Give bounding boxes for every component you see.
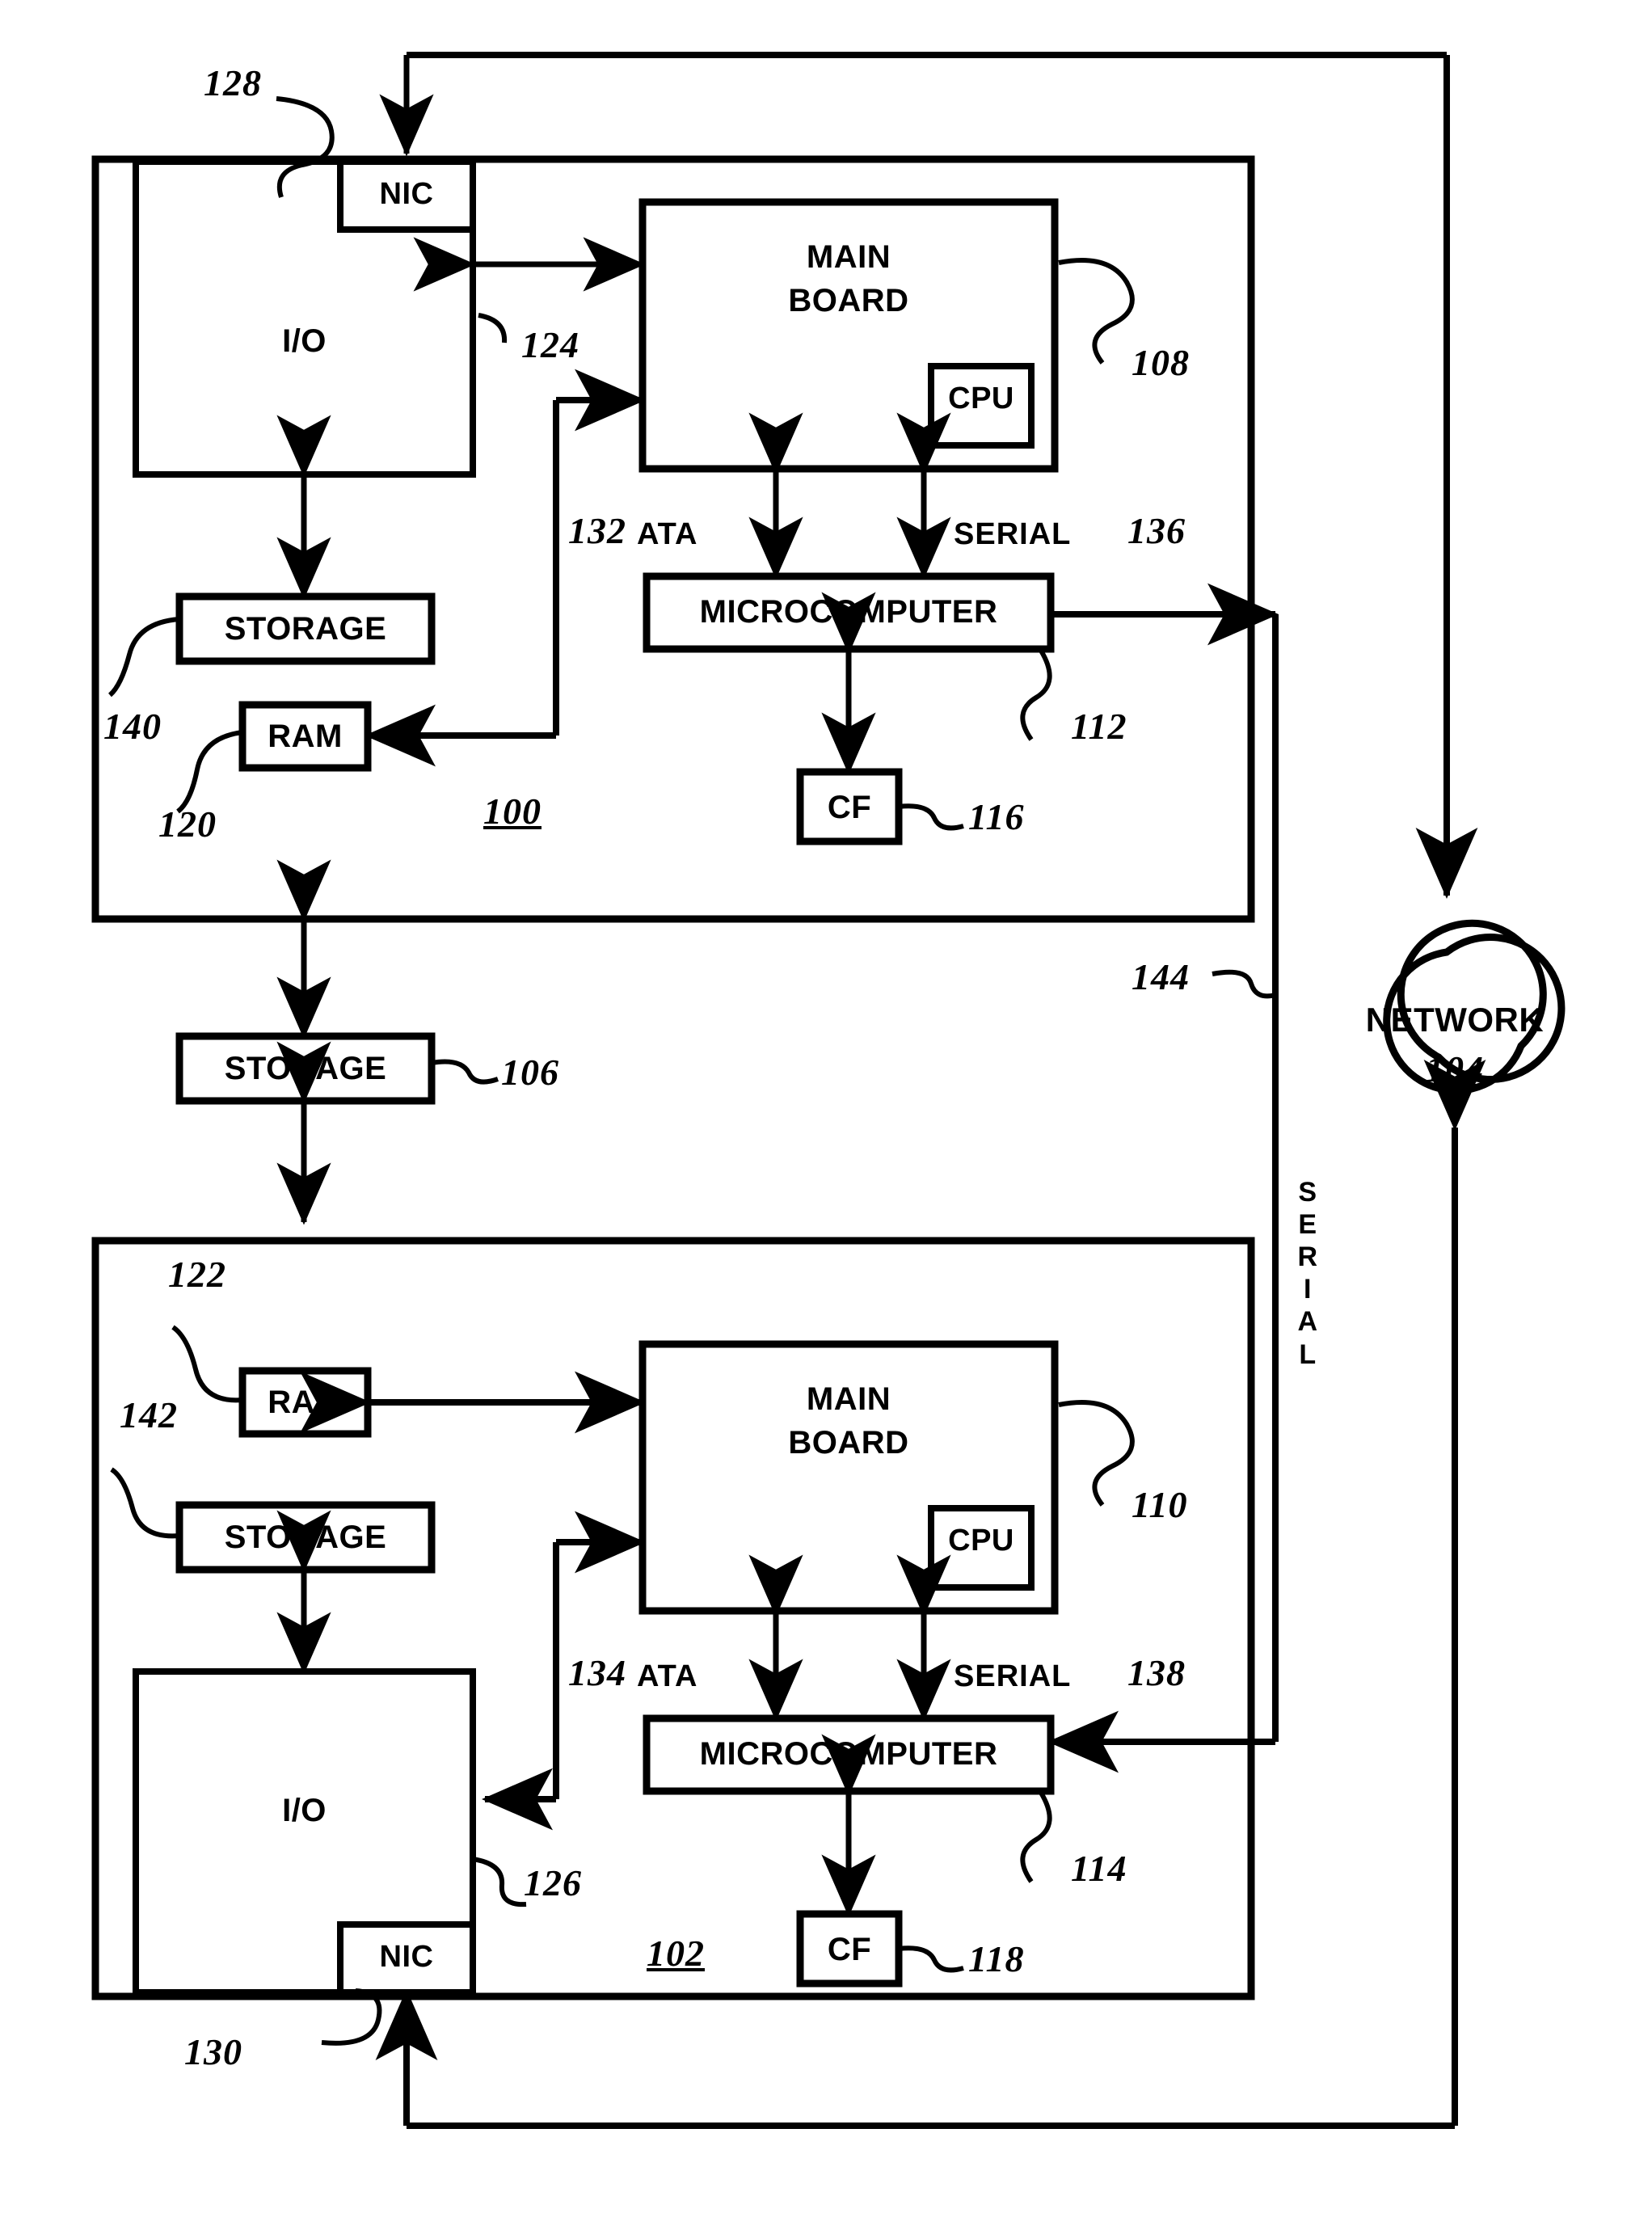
ref-100: 100 [483, 790, 542, 832]
mainboard-label-bottom-line2: BOARD [788, 1425, 909, 1461]
ata-label-top: ATA [637, 517, 698, 551]
ref-124: 124 [521, 324, 579, 365]
ref-102: 102 [647, 1933, 705, 1974]
ref-122: 122 [168, 1254, 226, 1295]
patent-figure-sheet: I/O NIC 128 MAIN BOARD CPU 108 124 132 A… [0, 0, 1652, 2230]
ref-144: 144 [1132, 956, 1190, 997]
ref-134: 134 [568, 1652, 626, 1693]
ref-132: 132 [568, 510, 626, 551]
ref-108: 108 [1132, 342, 1190, 383]
ram-label-bottom: RAM [268, 1385, 343, 1420]
serial-letter: A [1297, 1306, 1318, 1338]
serial-label-top: SERIAL [954, 517, 1072, 551]
cpu-label-bottom: CPU [948, 1524, 1014, 1558]
network-label: NETWORK [1365, 1001, 1545, 1039]
mainboard-label-bottom-line1: MAIN [806, 1381, 891, 1417]
ref-126: 126 [524, 1862, 582, 1903]
ref-138: 138 [1127, 1652, 1186, 1693]
nic-label-top: NIC [379, 177, 434, 211]
io-label-top: I/O [282, 323, 327, 359]
ram-label-top: RAM [268, 719, 343, 754]
shared-storage-label: STORAGE [224, 1051, 387, 1086]
serial-label-bottom: SERIAL [954, 1659, 1072, 1693]
ref-116: 116 [968, 796, 1025, 837]
serial-letter: L [1299, 1338, 1317, 1370]
cf-label-top: CF [827, 790, 872, 825]
ref-128: 128 [204, 62, 262, 103]
serial-letter: S [1298, 1177, 1317, 1208]
ref-140: 140 [103, 706, 162, 747]
ref-114: 114 [1071, 1848, 1127, 1889]
ref-118: 118 [968, 1938, 1025, 1979]
cf-label-bottom: CF [827, 1932, 872, 1967]
ata-label-bottom: ATA [637, 1659, 698, 1693]
ref-142: 142 [120, 1394, 178, 1435]
ref-120: 120 [158, 803, 217, 845]
cpu-label-top: CPU [948, 382, 1014, 415]
ref-112: 112 [1071, 706, 1127, 747]
ref-130: 130 [184, 2031, 242, 2072]
serial-trunk-vertical-label: S E R I A L [1290, 1176, 1325, 1371]
serial-letter: E [1298, 1209, 1317, 1241]
ref-104: 104 [1426, 1048, 1484, 1090]
serial-letter: I [1304, 1274, 1312, 1305]
storage-label-top: STORAGE [224, 611, 387, 647]
microcomputer-label-top: MICROCOMPUTER [699, 594, 998, 630]
storage-label-bottom: STORAGE [224, 1520, 387, 1555]
ref-110: 110 [1132, 1484, 1188, 1525]
microcomputer-label-bottom: MICROCOMPUTER [699, 1736, 998, 1772]
mainboard-label-top-line1: MAIN [806, 239, 891, 275]
nic-label-bottom: NIC [379, 1940, 434, 1974]
ref-106: 106 [501, 1052, 559, 1093]
serial-letter: R [1297, 1241, 1318, 1273]
ref-136: 136 [1127, 510, 1186, 551]
mainboard-label-top-line2: BOARD [788, 283, 909, 318]
io-label-bottom: I/O [282, 1793, 327, 1828]
